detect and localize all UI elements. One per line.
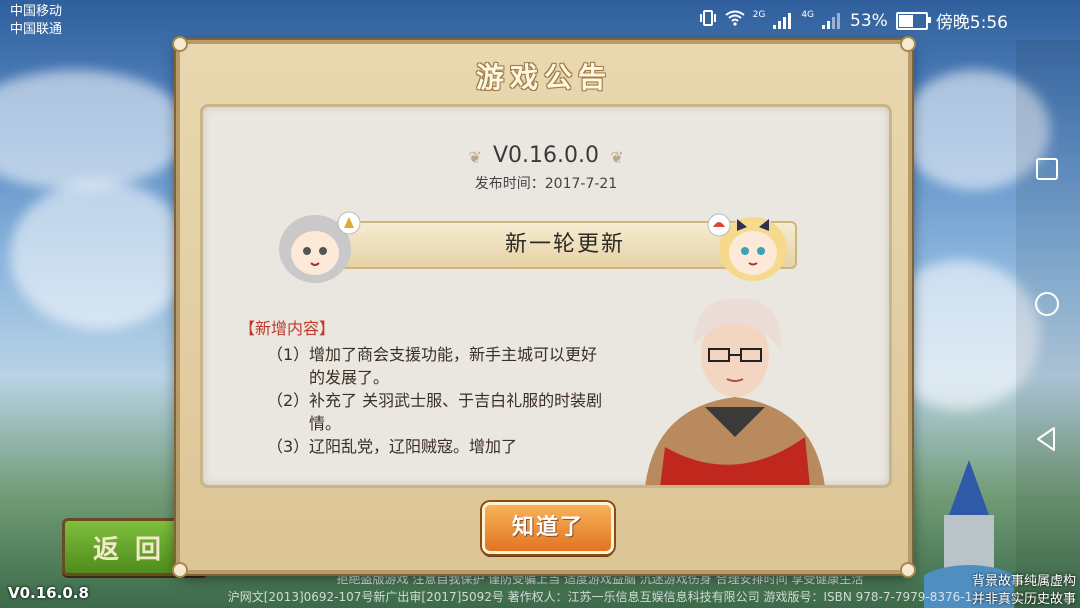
- carrier-info: 中国移动 中国联通: [10, 3, 62, 39]
- battery-icon: [895, 11, 931, 30]
- home-icon[interactable]: [1034, 291, 1060, 317]
- chibi-character-right: [707, 213, 787, 281]
- client-version: V0.16.0.8: [8, 584, 89, 602]
- back-icon[interactable]: [1034, 426, 1060, 452]
- signal-icon: [822, 12, 842, 29]
- cloud: [10, 180, 190, 330]
- leaf-ornament-icon: ❦: [610, 148, 624, 167]
- list-item-text: 补充了 关羽武士服、于吉白礼服的时装剧情。: [309, 391, 603, 433]
- status-icons: 2G 4G 53% 傍晚5:56: [699, 8, 1008, 33]
- navigation-bar: [1016, 40, 1080, 608]
- battery-percent: 53%: [850, 10, 888, 31]
- list-item-number: （2）: [267, 391, 310, 410]
- network-type-label: 4G: [801, 9, 815, 20]
- character-portrait: [645, 298, 825, 485]
- version-heading: ❦ V0.16.0.0 ❦: [203, 143, 889, 168]
- recents-icon[interactable]: [1034, 156, 1060, 182]
- carrier-label: 中国移动: [10, 4, 63, 19]
- clock: 傍晚5:56: [935, 13, 1008, 33]
- chibi-character-left: [279, 211, 361, 283]
- wifi-icon: [724, 10, 745, 31]
- list-item-number: （1）: [267, 345, 310, 364]
- story-disclaimer: 并非真实历史故事: [971, 592, 1076, 607]
- license-info: 沪网文[2013]0692-107号新广出审[2017]5092号 著作权人：江…: [227, 590, 973, 604]
- leaf-ornament-icon: ❦: [468, 148, 482, 167]
- list-item: （1） 增加了商会支援功能，新手主城可以更好的发展了。: [267, 343, 607, 389]
- announcement-panel[interactable]: ❦ V0.16.0.0 ❦ 发布时间：2017-7-21 新一轮更新 【新增内容】 …: [200, 104, 892, 488]
- network-type-label: 2G: [752, 9, 766, 20]
- corner-ornament: [900, 36, 916, 52]
- section-heading: 【新增内容】: [239, 319, 336, 338]
- cloud: [0, 70, 190, 190]
- corner-ornament: [900, 562, 916, 578]
- vibrate-icon: [699, 9, 717, 32]
- status-bar: 中国移动 中国联通 2G 4G 53% 傍晚5:56: [0, 0, 1080, 40]
- corner-ornament: [172, 562, 188, 578]
- list-item-number: （3）: [267, 437, 310, 456]
- list-item-text: 辽阳乱党，辽阳贼寇。增加了: [309, 437, 518, 456]
- carrier-label: 中国联通: [10, 22, 63, 37]
- list-item: （3） 辽阳乱党，辽阳贼寇。增加了: [267, 435, 607, 458]
- version-number: V0.16.0.0: [492, 143, 599, 168]
- release-date: 发布时间：2017-7-21: [474, 176, 618, 192]
- list-item-text: 增加了商会支援功能，新手主城可以更好的发展了。: [309, 345, 598, 387]
- signal-icon: [773, 12, 793, 29]
- dialog-title: 游戏公告: [475, 61, 612, 94]
- announcement-dialog: 游戏公告 ❦ V0.16.0.0 ❦ 发布时间：2017-7-21 新一轮更新 【新…: [172, 36, 916, 578]
- list-item: （2） 补充了 关羽武士服、于吉白礼服的时装剧情。: [267, 389, 607, 435]
- corner-ornament: [172, 36, 188, 52]
- update-list: （1） 增加了商会支援功能，新手主城可以更好的发展了。 （2） 补充了 关羽武士…: [267, 343, 607, 458]
- story-disclaimer: 背景故事纯属虚构: [971, 574, 1076, 589]
- ok-button[interactable]: 知道了: [482, 502, 614, 554]
